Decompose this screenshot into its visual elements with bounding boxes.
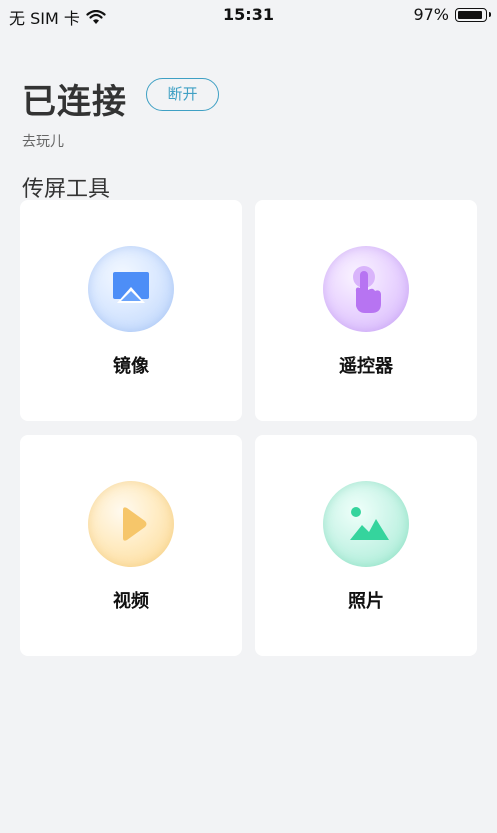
- status-bar: 无 SIM 卡 15:31 97%: [0, 0, 497, 30]
- photos-tool-card[interactable]: 照片: [255, 435, 477, 656]
- tap-hand-icon: [323, 246, 409, 332]
- tool-label-remote: 遥控器: [339, 356, 393, 377]
- image-icon: [323, 481, 409, 567]
- screen-mirror-icon: [88, 246, 174, 332]
- device-name: 去玩儿: [22, 134, 64, 150]
- battery-group: 97%: [413, 5, 491, 24]
- disconnect-button[interactable]: 断开: [146, 78, 219, 111]
- tool-label-photos: 照片: [348, 591, 384, 612]
- battery-icon: [455, 7, 491, 22]
- connection-status: 已连接: [22, 82, 127, 122]
- battery-fill: [458, 10, 483, 19]
- video-tool-card[interactable]: 视频: [20, 435, 242, 656]
- play-icon: [88, 481, 174, 567]
- tool-label-video: 视频: [113, 591, 149, 612]
- battery-percent: 97%: [413, 5, 449, 24]
- mirror-tool-card[interactable]: 镜像: [20, 200, 242, 421]
- tool-label-mirror: 镜像: [113, 356, 149, 377]
- remote-tool-card[interactable]: 遥控器: [255, 200, 477, 421]
- section-title: 传屏工具: [22, 177, 111, 202]
